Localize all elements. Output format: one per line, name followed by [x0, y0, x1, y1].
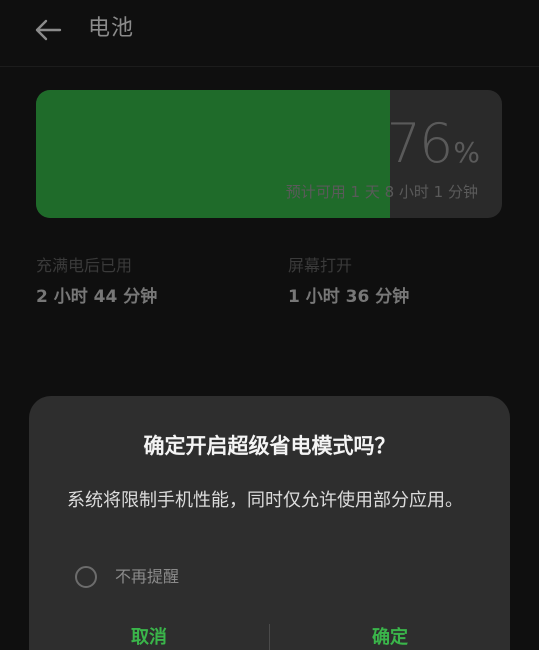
battery-percent: 76 % [387, 116, 480, 172]
stat-screen-on: 屏幕打开 1 小时 36 分钟 [288, 256, 409, 308]
battery-estimate: 预计可用 1 天 8 小时 1 分钟 [285, 183, 478, 201]
dont-remind-option[interactable]: 不再提醒 [75, 564, 179, 590]
back-button[interactable] [28, 10, 68, 50]
arrow-left-icon [35, 19, 62, 41]
stat-since-full-charge: 充满电后已用 2 小时 44 分钟 [36, 256, 157, 308]
confirm-button[interactable]: 确定 [270, 618, 510, 650]
stat-value: 1 小时 36 分钟 [288, 287, 410, 307]
battery-level-card: 76 % 预计可用 1 天 8 小时 1 分钟 [36, 90, 502, 218]
app-header: 电池 [0, 0, 539, 62]
stat-value: 2 小时 44 分钟 [36, 287, 158, 307]
dont-remind-label: 不再提醒 [115, 567, 180, 586]
battery-settings-screen: 电池 76 % 预计可用 1 天 8 小时 1 分钟 充满电后已用 2 小时 4… [0, 0, 539, 650]
power-saving-dialog: 确定开启超级省电模式吗？ 系统将限制手机性能，同时仅允许使用部分应用。 不再提醒… [29, 396, 510, 650]
radio-circle-icon[interactable] [75, 566, 97, 588]
header-divider [0, 66, 539, 67]
dialog-title: 确定开启超级省电模式吗？ [143, 434, 396, 458]
battery-percent-sign: % [453, 136, 480, 169]
page-title: 电池 [88, 16, 135, 41]
stat-label: 屏幕打开 [288, 256, 353, 275]
battery-percent-number: 76 [386, 112, 454, 175]
cancel-button[interactable]: 取消 [29, 618, 269, 650]
dialog-message: 系统将限制手机性能，同时仅允许使用部分应用。 [67, 490, 463, 511]
stat-label: 充满电后已用 [36, 256, 133, 275]
dialog-actions: 取消 确定 [29, 618, 510, 650]
